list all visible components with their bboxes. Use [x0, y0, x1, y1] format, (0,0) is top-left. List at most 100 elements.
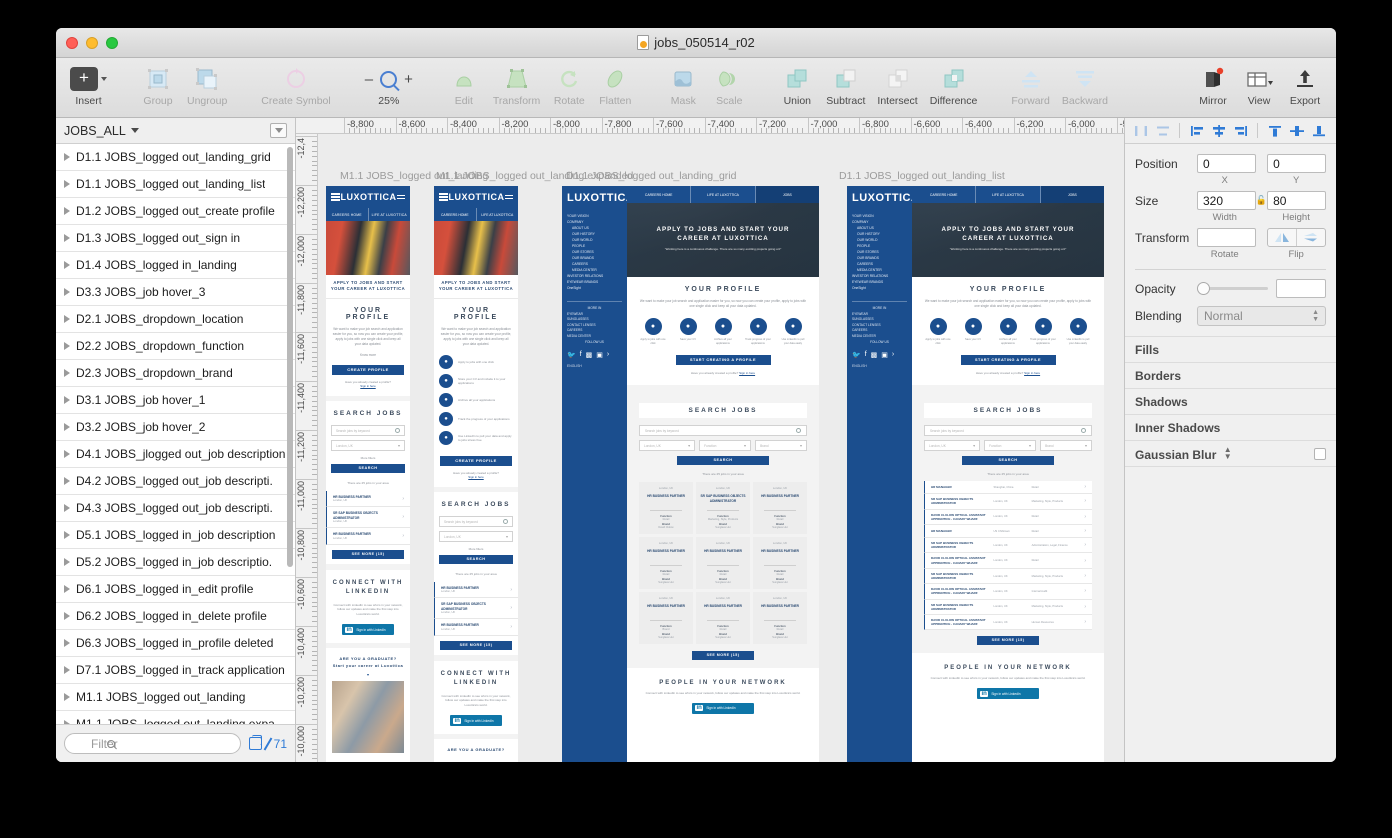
- disclosure-triangle-icon[interactable]: [64, 639, 70, 647]
- disclosure-triangle-icon[interactable]: [64, 207, 70, 215]
- disclosure-triangle-icon[interactable]: [64, 720, 70, 724]
- sidebar-link[interactable]: OneSight: [852, 285, 907, 291]
- disclosure-triangle-icon[interactable]: [64, 288, 70, 296]
- height-input[interactable]: 80: [1267, 191, 1326, 210]
- location-filter[interactable]: London, UK ▾: [439, 531, 513, 542]
- see-more-button[interactable]: SEE MORE (15): [977, 636, 1039, 646]
- see-more-button[interactable]: SEE MORE (15): [692, 651, 754, 661]
- layer-list-scrollbar[interactable]: [287, 147, 293, 567]
- language-selector[interactable]: ENGLISH: [567, 364, 622, 368]
- twitter-icon[interactable]: 🐦: [852, 351, 861, 359]
- lock-aspect-icon[interactable]: 🔓: [1256, 195, 1267, 206]
- linkedin-signin-button[interactable]: in Sign in with LinkedIn: [450, 715, 502, 727]
- search-button[interactable]: SEARCH: [439, 555, 513, 564]
- page-selector[interactable]: JOBS_ALL: [56, 118, 295, 144]
- language-selector[interactable]: ENGLISH: [852, 364, 907, 368]
- layer-row[interactable]: D2.3 JOBS_dropdown_brand: [56, 360, 295, 387]
- search-input[interactable]: Search jobs by keyword: [439, 516, 513, 527]
- insert-tool[interactable]: + Insert: [64, 62, 113, 107]
- zoom-tool[interactable]: – + 25%: [359, 62, 419, 107]
- nav-careers-home[interactable]: CAREERS HOME: [627, 186, 692, 203]
- forward-tool[interactable]: Forward: [1005, 62, 1056, 107]
- intersect-tool[interactable]: Intersect: [871, 62, 923, 107]
- disclosure-triangle-icon[interactable]: [64, 693, 70, 701]
- align-right-icon[interactable]: [1233, 124, 1248, 137]
- brand-logo[interactable]: LUXOTTICA: [852, 192, 919, 204]
- job-list-item[interactable]: HR BUSINESS PARTNER London, UK ›: [326, 528, 410, 545]
- align-center-horizontal-icon[interactable]: [1211, 124, 1226, 137]
- union-tool[interactable]: Union: [774, 62, 820, 107]
- start-creating-profile-button[interactable]: START CREATING A PROFILE: [960, 355, 1056, 366]
- disclosure-triangle-icon[interactable]: [64, 369, 70, 377]
- see-more-button[interactable]: SEE MORE (15): [440, 640, 512, 650]
- sidebar-link[interactable]: OneSight: [567, 285, 622, 291]
- layer-row[interactable]: D3.2 JOBS_job hover_2: [56, 414, 295, 441]
- transform-tool[interactable]: Transform: [487, 62, 546, 107]
- export-tool[interactable]: Export: [1282, 62, 1328, 107]
- section-fills[interactable]: Fills: [1125, 336, 1336, 362]
- nav-life-at-luxottica[interactable]: LIFE AT LUXOTTICA: [691, 186, 756, 203]
- search-input[interactable]: Search jobs by keyword: [331, 425, 405, 436]
- backward-tool[interactable]: Backward: [1056, 62, 1114, 107]
- job-card[interactable]: London, UK HR BUSINESS PARTNER Function Ret…: [639, 482, 693, 535]
- layer-row[interactable]: D2.1 JOBS_dropdown_location: [56, 306, 295, 333]
- layer-row[interactable]: D5.2 JOBS_logged in_job descriptio.: [56, 549, 295, 576]
- opacity-input[interactable]: [1276, 279, 1326, 298]
- social-icons[interactable]: 🐦 f ▩ ▣ ›: [567, 351, 622, 359]
- horizontal-ruler[interactable]: -8,800 -8,600 -8,400 -8,200 -8,000 -7,800 -7,6…: [296, 118, 1124, 134]
- nav-jobs[interactable]: JOBS: [755, 186, 819, 203]
- search-button[interactable]: SEARCH: [331, 464, 405, 473]
- section-gaussian-blur[interactable]: Gaussian Blur ▲ ▼: [1125, 440, 1336, 466]
- disclosure-triangle-icon[interactable]: [64, 666, 70, 674]
- twitter-icon[interactable]: 🐦: [567, 351, 576, 359]
- brand-logo[interactable]: LUXOTTICA: [341, 192, 397, 202]
- sidebar-section-link[interactable]: FOLLOW US: [567, 340, 622, 346]
- linkedin-signin-button[interactable]: in Sign in with LinkedIn: [977, 688, 1039, 700]
- rotate-tool[interactable]: Rotate: [546, 62, 592, 107]
- disclosure-triangle-icon[interactable]: [64, 315, 70, 323]
- hamburger-icon[interactable]: [331, 193, 340, 201]
- disclosure-triangle-icon[interactable]: [64, 153, 70, 161]
- distribute-horizontally-icon[interactable]: [1133, 124, 1148, 137]
- job-list-item[interactable]: DAVID CLULOW OPTICAL ASSISTANT APPRENTIC…: [924, 553, 1092, 569]
- opacity-slider[interactable]: [1197, 282, 1268, 295]
- layer-row[interactable]: D4.1 JOBS_jlogged out_job description: [56, 441, 295, 468]
- design-canvas[interactable]: M1.1 JOBS_logged out_landing M1.1 JOBS_l…: [318, 134, 1124, 762]
- linkedin-icon[interactable]: ▩: [871, 351, 878, 359]
- job-list-item[interactable]: DAVID CLULOW OPTICAL ASSISTANT APPRENTIC…: [924, 509, 1092, 525]
- job-list-item[interactable]: HR MANAGER US Chibitown Retail ›: [924, 525, 1092, 538]
- brand-filter[interactable]: Brand ▾: [755, 440, 807, 452]
- job-list-item[interactable]: SR SAP BUSINESS OBJECTS ADMINISTRATOR Lon…: [924, 599, 1092, 616]
- artboard-mobile-landing[interactable]: LUXOTTICA CAREERS HOME LIFE AT LUXOTTICA: [326, 186, 410, 762]
- job-card[interactable]: London, UK HR BUSINESS PARTNER Function Ret…: [696, 592, 750, 645]
- disclosure-triangle-icon[interactable]: [64, 261, 70, 269]
- disclosure-triangle-icon[interactable]: [64, 423, 70, 431]
- blending-select[interactable]: Normal ▲ ▼: [1197, 306, 1326, 326]
- page-list-toggle-button[interactable]: [270, 123, 287, 138]
- section-shadows[interactable]: Shadows: [1125, 388, 1336, 414]
- sign-in-link[interactable]: Sign in here: [1024, 371, 1040, 375]
- disclosure-triangle-icon[interactable]: [64, 558, 70, 566]
- job-card[interactable]: London, UK HR BUSINESS PARTNER Function Ret…: [753, 482, 807, 535]
- create-symbol-tool[interactable]: Create Symbol: [255, 62, 336, 107]
- disclosure-triangle-icon[interactable]: [64, 612, 70, 620]
- section-borders[interactable]: Borders: [1125, 362, 1336, 388]
- job-list-item[interactable]: HR BUSINESS PARTNER London, UK ›: [434, 619, 518, 636]
- chevron-right-icon[interactable]: ›: [607, 351, 609, 359]
- layer-row[interactable]: M1.1 JOBS_logged out_landing: [56, 684, 295, 711]
- layer-row[interactable]: D4.3 JOBS_logged out_job descripti.: [56, 495, 295, 522]
- scale-tool[interactable]: Scale: [706, 62, 752, 107]
- mask-tool[interactable]: Mask: [660, 62, 706, 107]
- flip-vertical-button[interactable]: [1297, 229, 1325, 246]
- align-bottom-icon[interactable]: [1311, 124, 1326, 137]
- artboard-desktop-grid[interactable]: LUXOTTICA YOUR VISION COMPANY ABOUT US OUR …: [562, 186, 819, 762]
- chevron-updown-icon[interactable]: ▲ ▼: [1224, 445, 1232, 460]
- nav-life-at-luxottica[interactable]: LIFE AT LUXOTTICA: [477, 208, 519, 221]
- layer-row[interactable]: D1.3 JOBS_logged out_sign in: [56, 225, 295, 252]
- layer-row[interactable]: D6.3 JOBS_logged in_profile deleted: [56, 630, 295, 657]
- layer-row[interactable]: D1.2 JOBS_logged out_create profile: [56, 198, 295, 225]
- opacity-slider-knob[interactable]: [1197, 282, 1210, 295]
- difference-tool[interactable]: Difference: [924, 62, 984, 107]
- search-button[interactable]: SEARCH: [677, 456, 769, 466]
- artboard-mobile-expanded[interactable]: LUXOTTICA CAREERS HOME LIFE AT LUXOTTICA: [434, 186, 518, 762]
